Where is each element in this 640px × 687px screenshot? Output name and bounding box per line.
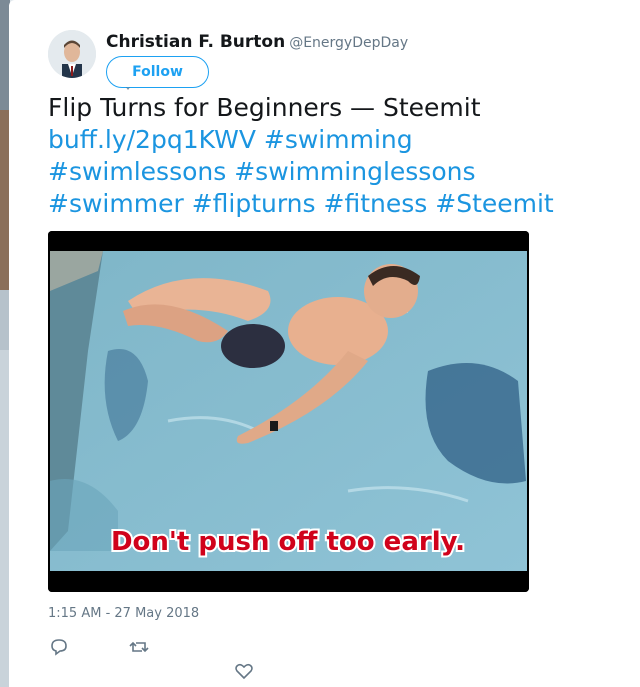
tweet-links-line-1: buff.ly/2pq1KWV #swimming xyxy=(48,124,638,156)
tweet-video[interactable]: Don't push off too early. Don't push off… xyxy=(48,231,529,592)
reply-icon[interactable] xyxy=(48,636,70,658)
tweet-link[interactable]: buff.ly/2pq1KWV xyxy=(48,125,256,154)
heart-icon[interactable] xyxy=(233,660,255,682)
tweet-links-line-2: #swimlessons #swimminglessons xyxy=(48,156,638,188)
author-handle[interactable]: @EnergyDepDay xyxy=(289,35,408,51)
video-frame: Don't push off too early. Don't push off… xyxy=(48,231,529,592)
hashtag-swimming[interactable]: #swimming xyxy=(264,125,413,154)
avatar[interactable] xyxy=(48,30,96,78)
hashtag-swimmer[interactable]: #swimmer xyxy=(48,189,184,218)
retweet-icon[interactable] xyxy=(128,636,150,658)
hashtag-fitness[interactable]: #fitness xyxy=(324,189,428,218)
hashtag-swimminglessons[interactable]: #swimminglessons xyxy=(234,157,475,186)
tweet-links-line-3: #swimmer #flipturns #fitness #Steemit xyxy=(48,188,638,220)
tweet-text: Flip Turns for Beginners — Steemit buff.… xyxy=(48,92,638,220)
avatar-photo xyxy=(48,30,96,78)
author-name[interactable]: Christian F. Burton xyxy=(106,32,285,52)
hashtag-flipturns[interactable]: #flipturns xyxy=(192,189,316,218)
tweet-timestamp[interactable]: 1:15 AM - 27 May 2018 xyxy=(48,606,199,621)
follow-button[interactable]: Follow xyxy=(106,56,209,88)
author-name-row: Christian F. Burton @EnergyDepDay xyxy=(106,32,408,52)
hashtag-swimlessons[interactable]: #swimlessons xyxy=(48,157,226,186)
tweet-card: Christian F. Burton @EnergyDepDay Follow … xyxy=(9,0,640,687)
hashtag-steemit[interactable]: #Steemit xyxy=(435,189,553,218)
tweet-title: Flip Turns for Beginners — Steemit xyxy=(48,93,481,122)
video-caption: Don't push off too early. xyxy=(111,527,465,557)
